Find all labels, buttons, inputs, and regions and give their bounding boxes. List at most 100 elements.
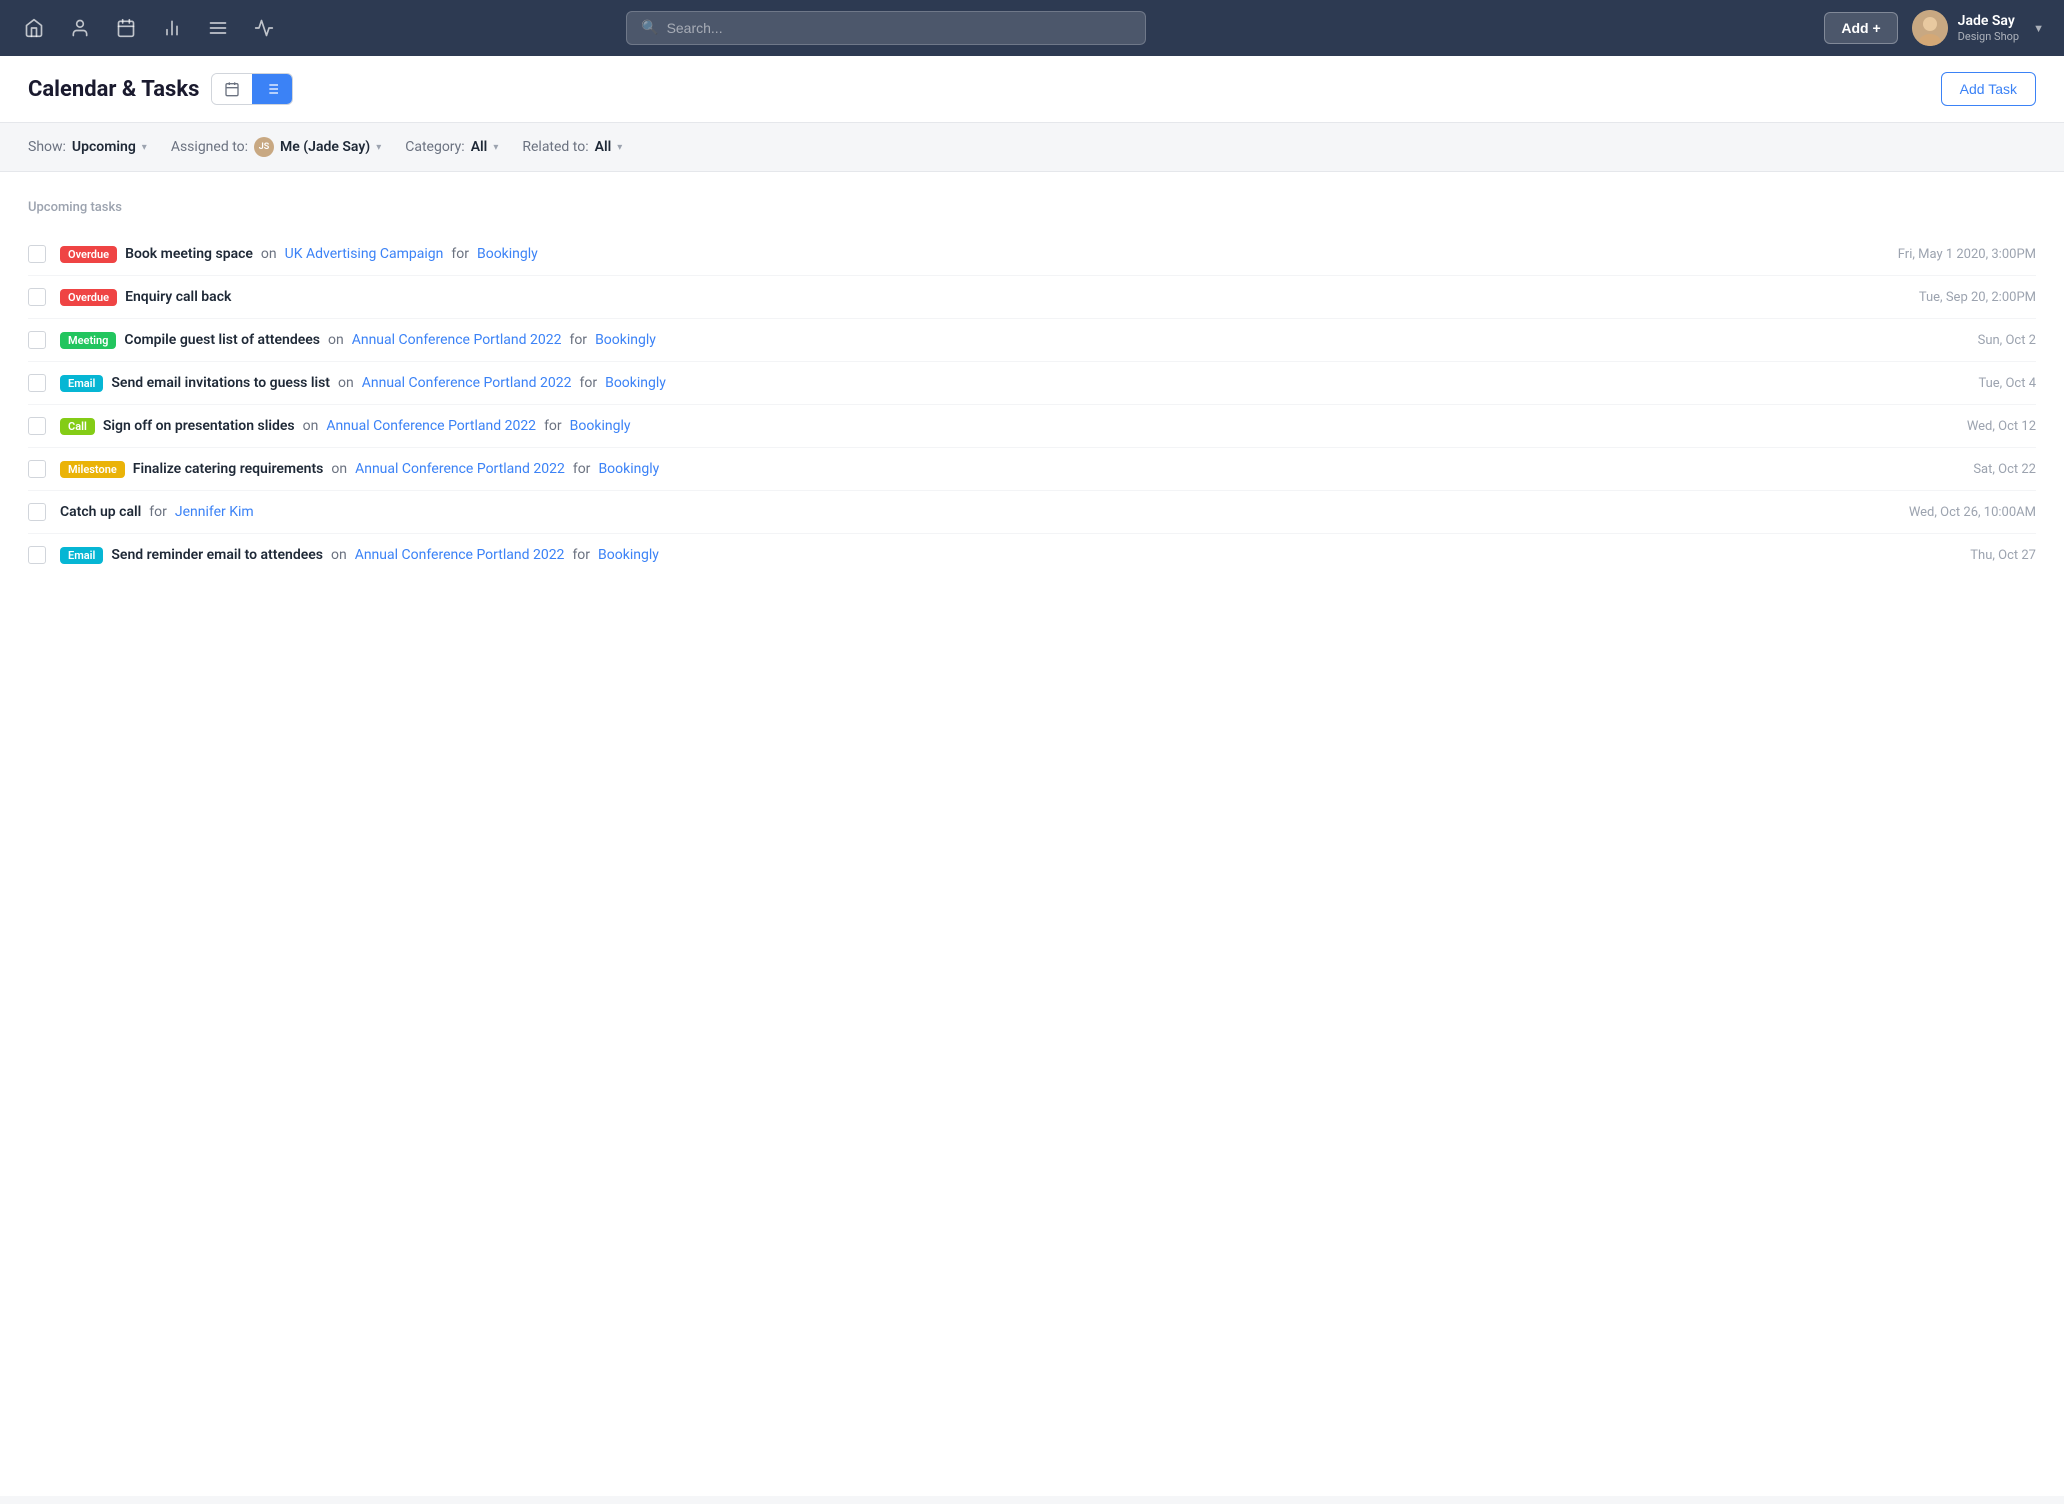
task-tag: Email — [60, 375, 103, 392]
task-content: EmailSend reminder email to attendees on… — [60, 547, 1936, 564]
task-meta-on: on — [338, 375, 354, 391]
category-filter[interactable]: Category: All ▾ — [405, 139, 498, 155]
user-name: Jade Say — [1958, 12, 2019, 30]
task-client-link[interactable]: Bookingly — [598, 547, 659, 563]
task-checkbox[interactable] — [28, 288, 46, 306]
task-tag: Overdue — [60, 289, 117, 306]
task-client-link[interactable]: Bookingly — [595, 332, 656, 348]
task-tag: Milestone — [60, 461, 125, 478]
task-project-link[interactable]: Annual Conference Portland 2022 — [326, 418, 536, 434]
search-input[interactable] — [667, 12, 1132, 44]
task-row: Overdue Book meeting space on UK Advertis… — [28, 233, 2036, 276]
task-meta-on: on — [331, 461, 347, 477]
related-label: Related to: — [522, 139, 588, 155]
calendar-view-button[interactable] — [212, 74, 252, 104]
task-checkbox[interactable] — [28, 460, 46, 478]
task-title: Finalize catering requirements — [133, 461, 324, 477]
task-meta-for: for — [572, 547, 590, 563]
user-menu[interactable]: Jade Say Design Shop ▼ — [1912, 10, 2044, 46]
task-content: Overdue Enquiry call back — [60, 289, 1885, 306]
avatar — [1912, 10, 1948, 46]
reports-icon[interactable] — [158, 14, 186, 42]
task-content: MilestoneFinalize catering requirements … — [60, 461, 1939, 478]
task-project-link[interactable]: Annual Conference Portland 2022 — [352, 332, 562, 348]
task-checkbox[interactable] — [28, 374, 46, 392]
task-meta-for: for — [149, 504, 167, 520]
page-header: Calendar & Tasks Add Task — [0, 56, 2064, 123]
user-info: Jade Say Design Shop — [1958, 12, 2019, 44]
task-title: Book meeting space — [125, 246, 253, 262]
task-meta-for: for — [573, 461, 591, 477]
task-meta-for: for — [544, 418, 562, 434]
task-client-link[interactable]: Bookingly — [477, 246, 538, 262]
task-checkbox[interactable] — [28, 331, 46, 349]
task-title: Catch up call — [60, 504, 141, 520]
task-title: Enquiry call back — [125, 289, 231, 305]
add-button[interactable]: Add + — [1824, 12, 1897, 44]
content-area: Upcoming tasks OverdueBook meeting space… — [0, 172, 2064, 1496]
show-label: Show: — [28, 139, 66, 155]
filter-bar: Show: Upcoming ▾ Assigned to: JS Me (Jad… — [0, 123, 2064, 172]
task-project-link[interactable]: Annual Conference Portland 2022 — [355, 547, 565, 563]
task-project-link[interactable]: Annual Conference Portland 2022 — [362, 375, 572, 391]
list-view-button[interactable] — [252, 74, 292, 104]
task-meta-on: on — [331, 547, 347, 563]
task-tag: Email — [60, 547, 103, 564]
task-row: Overdue Enquiry call back Tue, Sep 20, 2:0… — [28, 276, 2036, 319]
task-row: Email Send email invitations to guess lis… — [28, 362, 2036, 405]
task-content: CallSign off on presentation slides on A… — [60, 418, 1933, 435]
task-meta-on: on — [328, 332, 344, 348]
task-project-link[interactable]: Annual Conference Portland 2022 — [355, 461, 565, 477]
task-title: Compile guest list of attendees — [124, 332, 320, 348]
task-date: Wed, Oct 26, 10:00AM — [1889, 505, 2036, 520]
task-meta-on: on — [303, 418, 319, 434]
contacts-icon[interactable] — [66, 14, 94, 42]
related-filter[interactable]: Related to: All ▾ — [522, 139, 622, 155]
task-row: Meeting Compile guest list of attendees o… — [28, 319, 2036, 362]
task-meta-on: on — [261, 246, 277, 262]
task-client-link[interactable]: Bookingly — [598, 461, 659, 477]
task-row: CallSign off on presentation slides on A… — [28, 405, 2036, 448]
user-dropdown-icon: ▼ — [2033, 22, 2044, 35]
task-checkbox[interactable] — [28, 503, 46, 521]
task-row: EmailSend reminder email to attendees on… — [28, 534, 2036, 576]
category-value: All — [471, 139, 488, 155]
search-bar[interactable]: 🔍 — [626, 11, 1146, 45]
task-client-link[interactable]: Bookingly — [605, 375, 666, 391]
related-value: All — [595, 139, 612, 155]
task-client-link[interactable]: Bookingly — [570, 418, 631, 434]
user-company: Design Shop — [1958, 30, 2019, 44]
task-date: Tue, Sep 20, 2:00PM — [1899, 290, 2036, 305]
assigned-label: Assigned to: — [171, 139, 248, 155]
view-toggle — [211, 73, 293, 105]
task-date: Fri, May 1 2020, 3:00PM — [1878, 247, 2036, 262]
task-title: Send email invitations to guess list — [111, 375, 330, 391]
task-project-link[interactable]: UK Advertising Campaign — [285, 246, 444, 262]
task-tag: Meeting — [60, 332, 116, 349]
task-date: Sun, Oct 2 — [1958, 333, 2036, 348]
task-date: Tue, Oct 4 — [1958, 376, 2036, 391]
task-checkbox[interactable] — [28, 245, 46, 263]
menu-icon[interactable] — [204, 14, 232, 42]
task-client-link[interactable]: Jennifer Kim — [175, 504, 254, 520]
task-tag: Overdue — [60, 246, 117, 263]
task-checkbox[interactable] — [28, 546, 46, 564]
task-content: Email Send email invitations to guess lis… — [60, 375, 1944, 392]
home-icon[interactable] — [20, 14, 48, 42]
task-content: Overdue Book meeting space on UK Advertis… — [60, 246, 1864, 263]
activity-icon[interactable] — [250, 14, 278, 42]
assigned-filter[interactable]: Assigned to: JS Me (Jade Say) ▾ — [171, 137, 381, 157]
task-date: Wed, Oct 12 — [1947, 419, 2036, 434]
task-row: Catch up call for Jennifer Kim Wed, Oct 2… — [28, 491, 2036, 534]
page-title: Calendar & Tasks — [28, 77, 199, 102]
task-meta-for: for — [451, 246, 469, 262]
add-task-button[interactable]: Add Task — [1941, 72, 2036, 106]
task-meta-for: for — [569, 332, 587, 348]
calendar-icon[interactable] — [112, 14, 140, 42]
show-filter[interactable]: Show: Upcoming ▾ — [28, 139, 147, 155]
task-tag: Call — [60, 418, 95, 435]
assigned-value: Me (Jade Say) — [280, 139, 370, 155]
task-checkbox[interactable] — [28, 417, 46, 435]
task-content: Meeting Compile guest list of attendees o… — [60, 332, 1944, 349]
task-meta-for: for — [579, 375, 597, 391]
